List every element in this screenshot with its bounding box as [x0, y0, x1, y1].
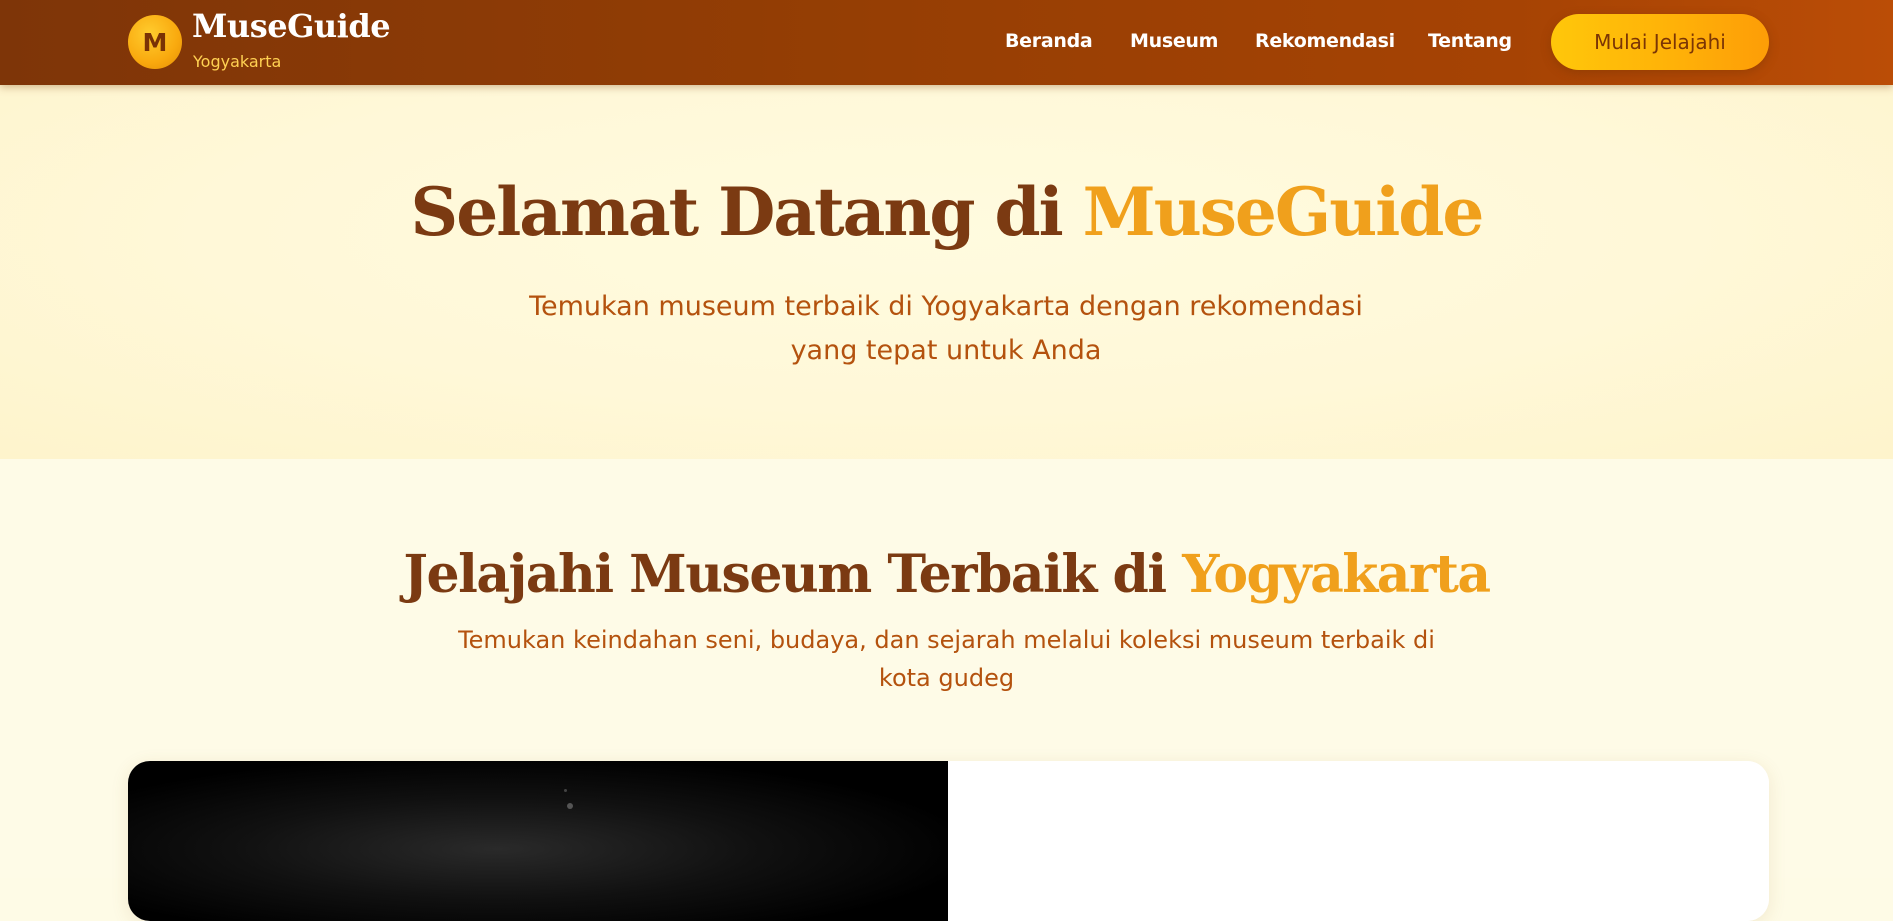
brand-name[interactable]: MuseGuide — [192, 9, 391, 44]
featured-museum-card[interactable] — [128, 761, 1769, 921]
nav-link-museum[interactable]: Museum — [1130, 30, 1218, 52]
nav-link-tentang[interactable]: Tentang — [1428, 30, 1512, 52]
explore-subtitle: Temukan keindahan seni, budaya, dan seja… — [458, 626, 1435, 692]
brand-city: Yogyakarta — [193, 52, 282, 71]
explore-title: Jelajahi Museum Terbaik di Yogyakarta — [0, 544, 1893, 605]
hero-section: Selamat Datang di MuseGuide Temukan muse… — [0, 85, 1893, 459]
explore-title-accent: Yogyakarta — [1182, 544, 1491, 605]
image-detail — [567, 803, 573, 809]
top-navbar: M MuseGuide Yogyakarta Beranda Museum Re… — [0, 0, 1893, 85]
nav-link-beranda[interactable]: Beranda — [1005, 30, 1093, 52]
hero-title-main: Selamat Datang di — [410, 173, 1083, 251]
image-detail — [564, 789, 567, 792]
logo-icon[interactable]: M — [128, 15, 182, 69]
explore-title-main: Jelajahi Museum Terbaik di — [403, 544, 1183, 605]
hero-title: Selamat Datang di MuseGuide — [0, 173, 1893, 251]
explore-section: Jelajahi Museum Terbaik di Yogyakarta Te… — [0, 459, 1893, 921]
nav-link-rekomendasi[interactable]: Rekomendasi — [1255, 30, 1395, 52]
start-explore-button[interactable]: Mulai Jelajahi — [1551, 14, 1769, 70]
logo-letter: M — [142, 27, 168, 57]
hero-title-accent: MuseGuide — [1082, 173, 1485, 251]
museum-image[interactable] — [128, 761, 948, 921]
hero-subtitle: Temukan museum terbaik di Yogyakarta den… — [529, 291, 1363, 366]
museum-card-body — [948, 761, 1769, 921]
